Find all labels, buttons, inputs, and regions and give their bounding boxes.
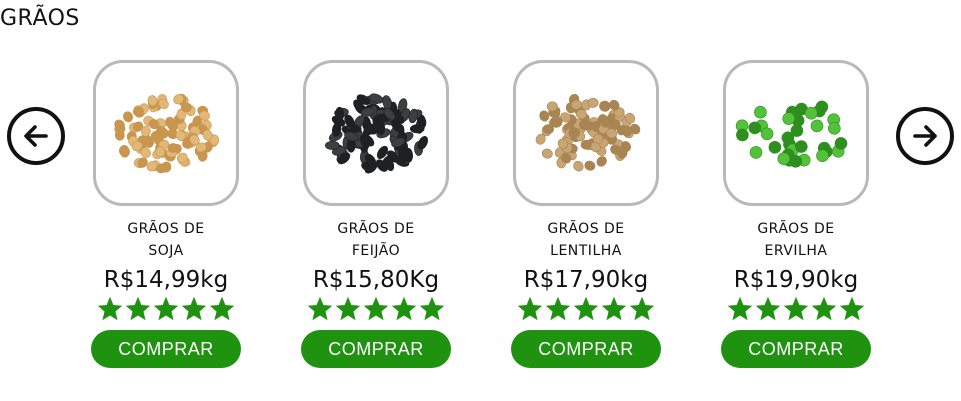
star-icon [419, 296, 445, 321]
product-image-frame[interactable] [303, 60, 449, 206]
product-image-frame[interactable] [723, 60, 869, 206]
product-name-line1: GRÃOS DE [337, 221, 415, 237]
buy-button[interactable]: COMPRAR [91, 330, 241, 368]
peas-image [735, 100, 848, 168]
product-name-line1: GRÃOS DE [757, 221, 835, 237]
buy-button[interactable]: COMPRAR [301, 330, 451, 368]
star-icon [363, 296, 389, 321]
star-icon [629, 296, 655, 321]
soybeans-image [114, 93, 220, 174]
product-name-line2: ERVILHA [764, 243, 828, 259]
product-card: GRÃOS DE FEIJÃO R$15,80Kg COMPRAR [296, 60, 456, 368]
black-beans-image [325, 93, 429, 174]
star-icon [727, 296, 753, 321]
product-price: R$15,80Kg [312, 267, 440, 293]
arrow-right-icon [913, 125, 937, 147]
star-icon [517, 296, 543, 321]
star-icon [209, 296, 235, 321]
product-name-line1: GRÃOS DE [127, 221, 205, 237]
product-name-line2: SOJA [148, 243, 184, 259]
star-icon [391, 296, 417, 321]
star-icon [755, 296, 781, 321]
rating-stars [516, 294, 656, 324]
product-name-line1: GRÃOS DE [547, 221, 625, 237]
arrow-left-icon [24, 125, 48, 147]
rating-stars [306, 294, 446, 324]
buy-button[interactable]: COMPRAR [721, 330, 871, 368]
product-card: GRÃOS DE LENTILHA R$17,90kg COMPRAR [506, 60, 666, 368]
carousel-next-button[interactable] [896, 107, 954, 165]
product-name: GRÃOS DE SOJA [96, 218, 236, 262]
carousel-prev-button[interactable] [7, 107, 65, 165]
section-title: GRÃOS [0, 6, 80, 31]
star-icon [125, 296, 151, 321]
rating-stars [96, 294, 236, 324]
product-card: GRÃOS DE ERVILHA R$19,90kg COMPRAR [716, 60, 876, 368]
star-icon [601, 296, 627, 321]
product-image-frame[interactable] [93, 60, 239, 206]
star-icon [573, 296, 599, 321]
product-price: R$14,99kg [103, 267, 229, 293]
product-name-line2: LENTILHA [550, 243, 622, 259]
star-icon [153, 296, 179, 321]
star-icon [545, 296, 571, 321]
rating-stars [726, 294, 866, 324]
buy-button[interactable]: COMPRAR [511, 330, 661, 368]
star-icon [839, 296, 865, 321]
lentils-image [535, 93, 641, 172]
star-icon [307, 296, 333, 321]
star-icon [335, 296, 361, 321]
product-image-frame[interactable] [513, 60, 659, 206]
product-name: GRÃOS DE ERVILHA [726, 218, 866, 262]
star-icon [181, 296, 207, 321]
star-icon [97, 296, 123, 321]
product-price: R$19,90kg [733, 267, 859, 293]
product-name-line2: FEIJÃO [351, 243, 401, 259]
product-price: R$17,90kg [523, 267, 649, 293]
product-name: GRÃOS DE FEIJÃO [306, 218, 446, 262]
star-icon [811, 296, 837, 321]
product-name: GRÃOS DE LENTILHA [516, 218, 656, 262]
star-icon [783, 296, 809, 321]
product-card: GRÃOS DE SOJA R$14,99kg COMPRAR [86, 60, 246, 368]
